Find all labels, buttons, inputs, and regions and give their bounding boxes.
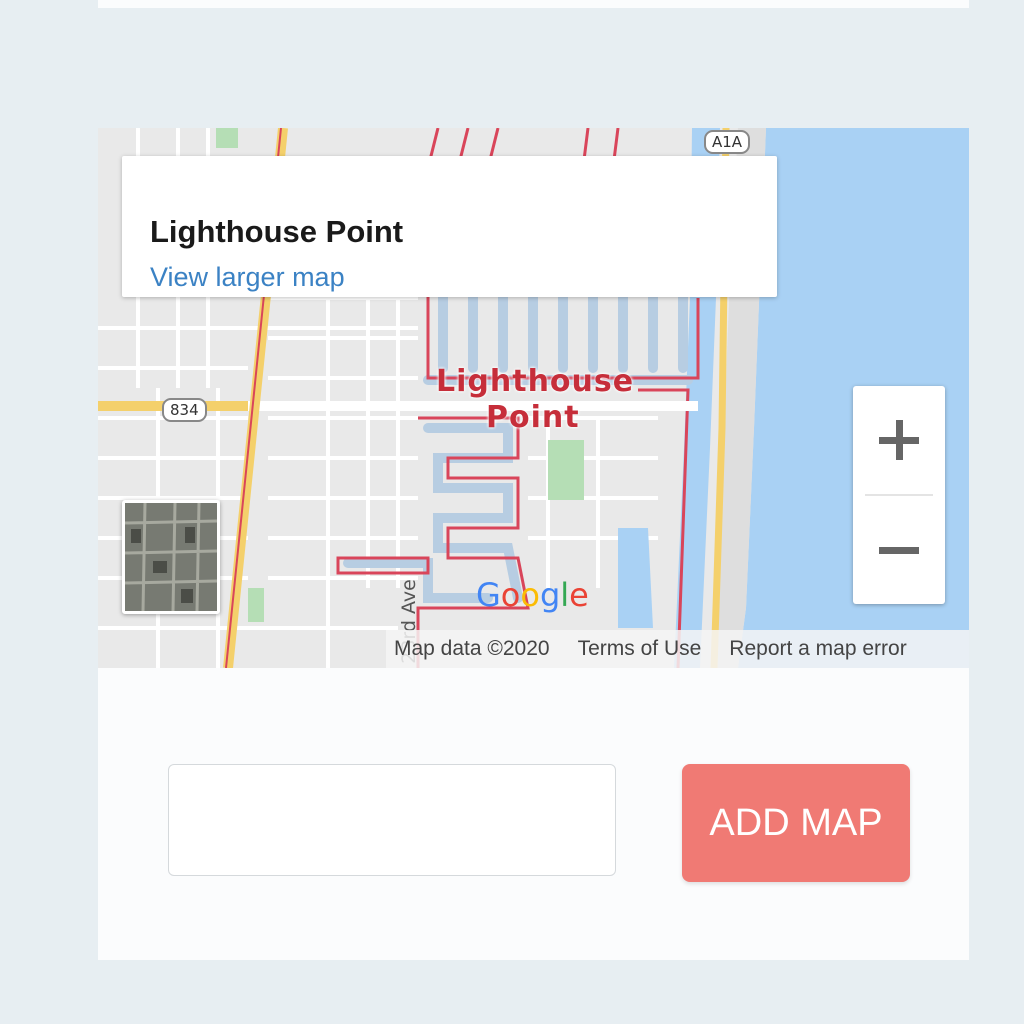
place-title: Lighthouse Point (150, 214, 404, 249)
satellite-toggle[interactable] (122, 500, 220, 614)
zoom-in-button[interactable] (853, 386, 945, 494)
add-map-button[interactable]: ADD MAP (682, 764, 910, 882)
google-logo-letter: o (500, 576, 521, 614)
view-larger-map-link[interactable]: View larger map (150, 262, 345, 293)
map-place-label-line1: Lighthouse (436, 364, 635, 399)
embedded-map[interactable]: 834 A1A Lighthouse Point NE 23rd Ave Lig… (98, 128, 969, 668)
google-logo: Google (476, 576, 589, 614)
google-logo-letter: G (476, 576, 501, 614)
previous-card (98, 0, 969, 8)
map-place-label-line2: Point (486, 400, 580, 435)
plus-icon (879, 420, 919, 460)
zoom-control (853, 386, 945, 604)
route-834-shield: 834 (162, 398, 207, 422)
map-address-input[interactable] (168, 764, 616, 876)
place-info-card: Lighthouse Point View larger map (122, 156, 777, 297)
google-logo-letter: o (520, 576, 540, 614)
minus-icon (879, 547, 919, 554)
google-logo-letter: g (539, 576, 561, 614)
satellite-thumbnail-icon (125, 503, 217, 611)
google-logo-letter: e (569, 576, 589, 614)
google-logo-letter: l (560, 576, 570, 614)
report-map-error-link[interactable]: Report a map error (729, 637, 906, 661)
map-data-credit: Map data ©2020 (394, 637, 550, 660)
zoom-out-button[interactable] (853, 496, 945, 604)
route-a1a-shield: A1A (704, 130, 751, 154)
map-attribution-bar: Map data ©2020 Terms of Use Report a map… (386, 630, 969, 668)
terms-of-use-link[interactable]: Terms of Use (578, 637, 702, 661)
map-card: 834 A1A Lighthouse Point NE 23rd Ave Lig… (98, 128, 969, 960)
